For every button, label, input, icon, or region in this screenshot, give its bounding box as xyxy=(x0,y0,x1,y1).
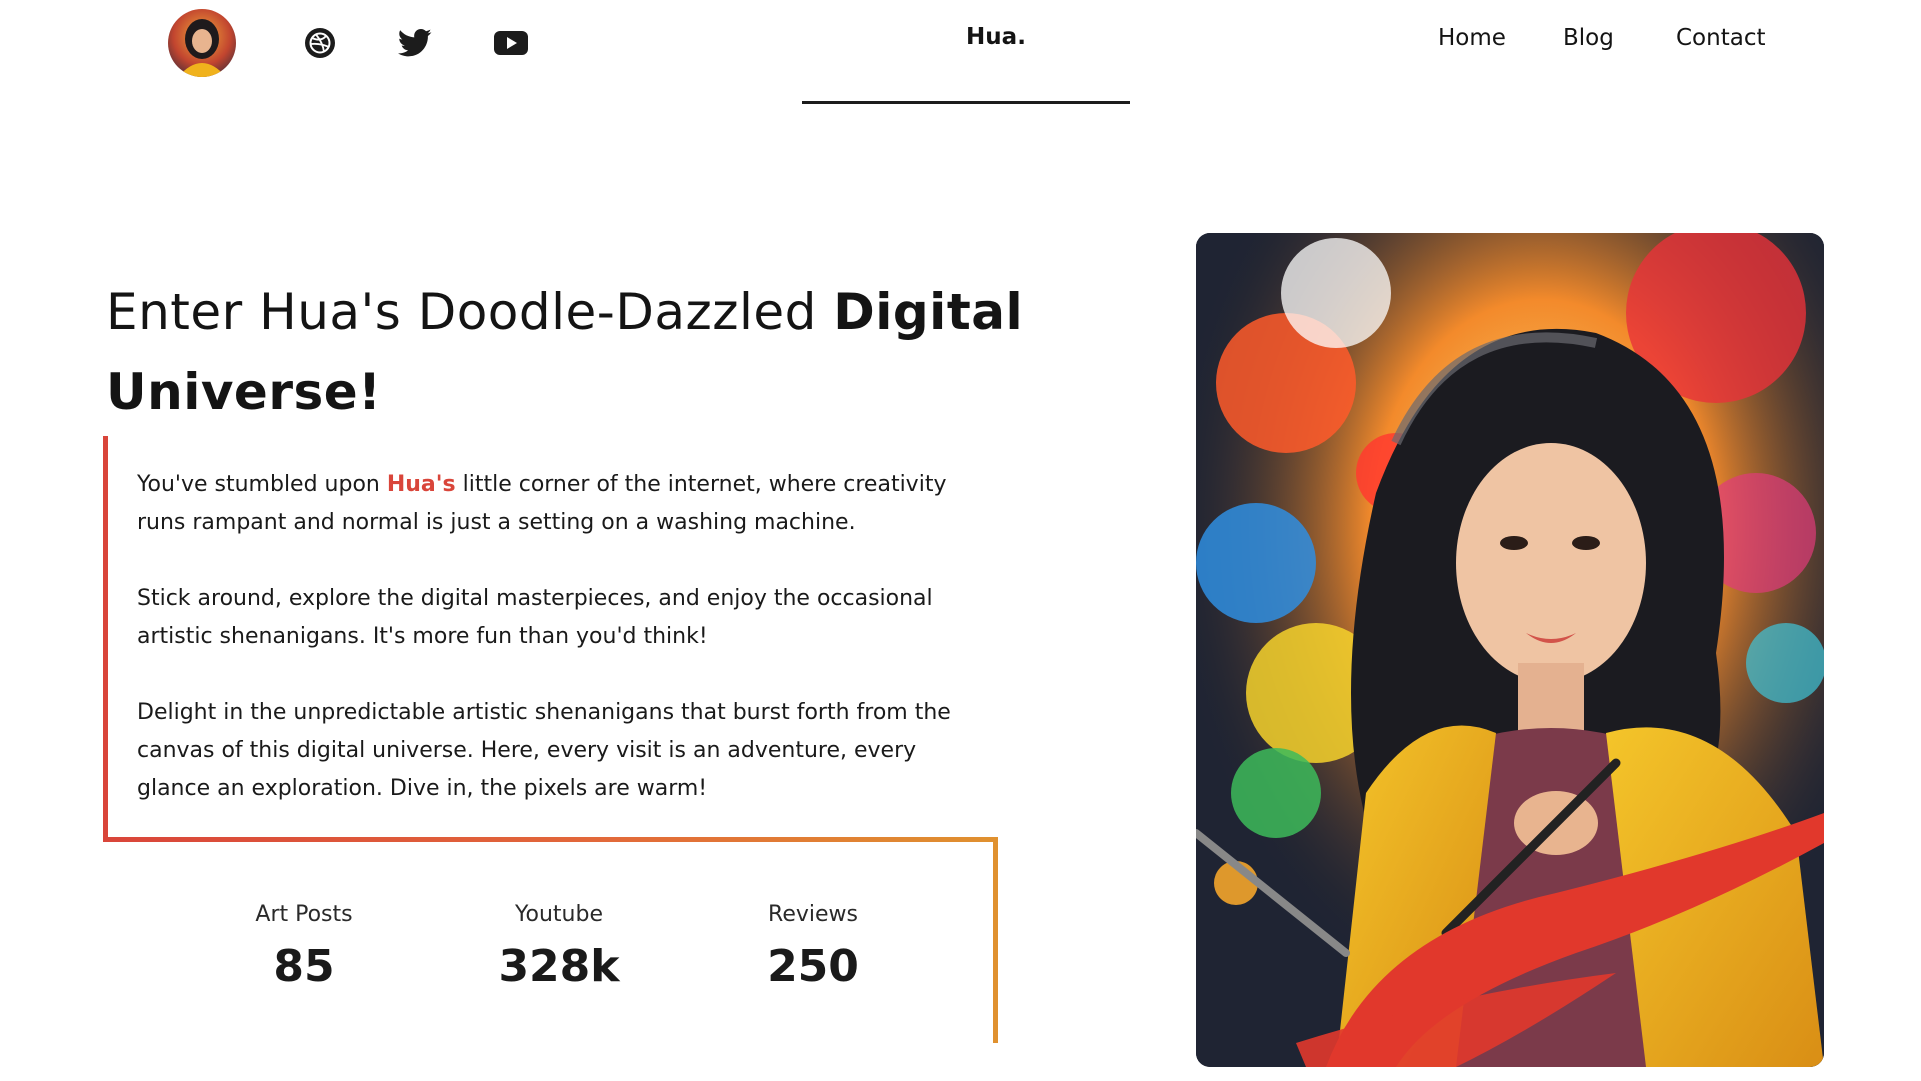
stat-value: 250 xyxy=(767,941,859,992)
hero-title: Enter Hua's Doodle-Dazzled Digital Unive… xyxy=(106,272,1036,432)
twitter-icon[interactable] xyxy=(397,25,433,61)
profile-avatar[interactable] xyxy=(168,9,236,77)
accent-frame-bottom xyxy=(103,837,998,842)
intro-text-start: You've stumbled upon xyxy=(137,472,387,497)
nav-blog-link[interactable]: Blog xyxy=(1563,25,1614,51)
stat-reviews: Reviews 250 xyxy=(703,902,923,992)
stat-art-posts: Art Posts 85 xyxy=(194,902,414,992)
stat-label: Youtube xyxy=(515,902,603,927)
nav-contact-link[interactable]: Contact xyxy=(1676,25,1765,51)
site-header: Hua. Home Blog Contact xyxy=(0,0,1921,120)
stat-value: 328k xyxy=(498,941,620,992)
name-highlight: Hua's xyxy=(386,472,456,497)
stat-label: Art Posts xyxy=(255,902,353,927)
accent-frame-right xyxy=(993,837,998,1043)
youtube-icon[interactable] xyxy=(493,25,529,61)
nav-home-link[interactable]: Home xyxy=(1438,25,1506,51)
stat-youtube: Youtube 328k xyxy=(449,902,669,992)
dribbble-icon[interactable] xyxy=(302,25,338,61)
site-brand[interactable]: Hua. xyxy=(956,24,1036,50)
intro-paragraph: You've stumbled upon Hua's little corner… xyxy=(137,466,987,542)
hero-portrait-image xyxy=(1196,233,1824,1067)
explore-paragraph: Stick around, explore the digital master… xyxy=(137,586,933,649)
delight-paragraph: Delight in the unpredictable artistic sh… xyxy=(137,700,951,801)
stat-label: Reviews xyxy=(768,902,858,927)
accent-frame-left xyxy=(103,436,108,842)
stat-value: 85 xyxy=(273,941,335,992)
brand-underline xyxy=(802,101,1130,104)
hero-title-light: Enter Hua's Doodle-Dazzled xyxy=(106,283,834,341)
